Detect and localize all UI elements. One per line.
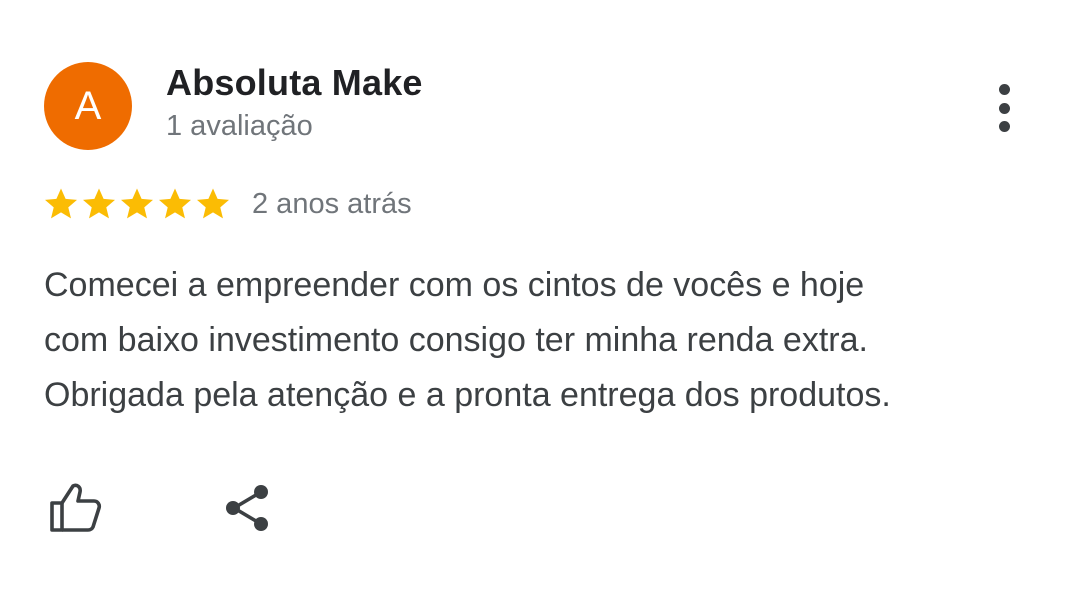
star-icon — [45, 188, 77, 219]
star-icon — [159, 188, 191, 219]
more-vert-icon — [998, 84, 1010, 95]
review-time: 2 anos atrás — [252, 187, 412, 220]
thumb-up-icon — [50, 483, 102, 532]
rating-row: 2 anos atrás — [42, 182, 412, 226]
review-card: A Absoluta Make 1 avaliação 2 anos atrás… — [0, 0, 1080, 590]
more-vert-icon-dot — [998, 102, 1010, 114]
star-rating — [42, 185, 232, 223]
star-icon — [83, 188, 115, 219]
author-name[interactable]: Absoluta Make — [166, 62, 423, 104]
avatar-letter: A — [74, 83, 102, 128]
review-text: Comecei a empreender com os cintos de vo… — [44, 266, 891, 414]
star-icon — [121, 188, 153, 219]
avatar[interactable]: A — [44, 62, 132, 150]
share-button[interactable] — [218, 478, 278, 538]
share-icon — [226, 485, 268, 531]
like-button[interactable] — [44, 478, 104, 538]
star-icon — [197, 188, 229, 219]
more-options-button[interactable] — [984, 80, 1024, 136]
author-review-count: 1 avaliação — [166, 110, 313, 142]
more-vert-icon-dot — [998, 121, 1010, 132]
